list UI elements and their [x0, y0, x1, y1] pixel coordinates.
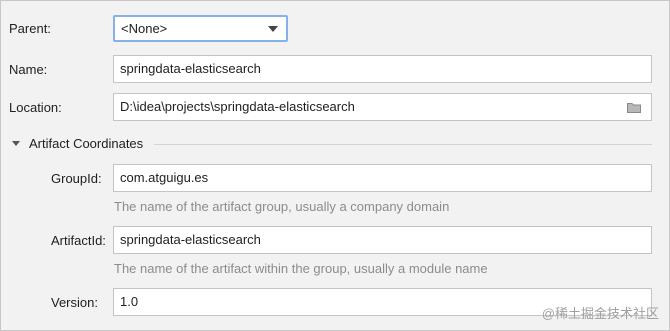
- name-input-value: springdata-elasticsearch: [120, 61, 261, 76]
- parent-label: Parent:: [9, 21, 51, 36]
- artifact-coordinates-title[interactable]: Artifact Coordinates: [29, 136, 143, 151]
- parent-select[interactable]: <None>: [113, 15, 288, 42]
- groupid-hint: The name of the artifact group, usually …: [114, 199, 450, 214]
- new-project-form: Parent: <None> Name: springdata-elastics…: [0, 0, 670, 331]
- artifactid-hint: The name of the artifact within the grou…: [114, 261, 488, 276]
- artifactid-label: ArtifactId:: [51, 233, 106, 248]
- collapse-caret-icon[interactable]: [12, 141, 20, 146]
- name-input[interactable]: springdata-elasticsearch: [113, 55, 652, 83]
- location-label: Location:: [9, 100, 62, 115]
- version-label: Version:: [51, 295, 98, 310]
- artifactid-input[interactable]: springdata-elasticsearch: [113, 226, 652, 254]
- groupid-input-value: com.atguigu.es: [120, 170, 209, 185]
- groupid-input[interactable]: com.atguigu.es: [113, 164, 652, 192]
- section-divider: [154, 144, 652, 145]
- location-input[interactable]: D:\idea\projects\springdata-elasticsearc…: [113, 93, 652, 121]
- watermark-text: @稀土掘金技术社区: [541, 306, 659, 321]
- location-input-value: D:\idea\projects\springdata-elasticsearc…: [120, 99, 355, 114]
- parent-select-value: <None>: [121, 21, 168, 36]
- version-input-value: 1.0: [120, 294, 139, 309]
- artifactid-input-value: springdata-elasticsearch: [120, 232, 261, 247]
- groupid-label: GroupId:: [51, 171, 102, 186]
- folder-icon[interactable]: [627, 102, 641, 113]
- chevron-down-icon[interactable]: [268, 26, 278, 32]
- name-label: Name:: [9, 62, 48, 77]
